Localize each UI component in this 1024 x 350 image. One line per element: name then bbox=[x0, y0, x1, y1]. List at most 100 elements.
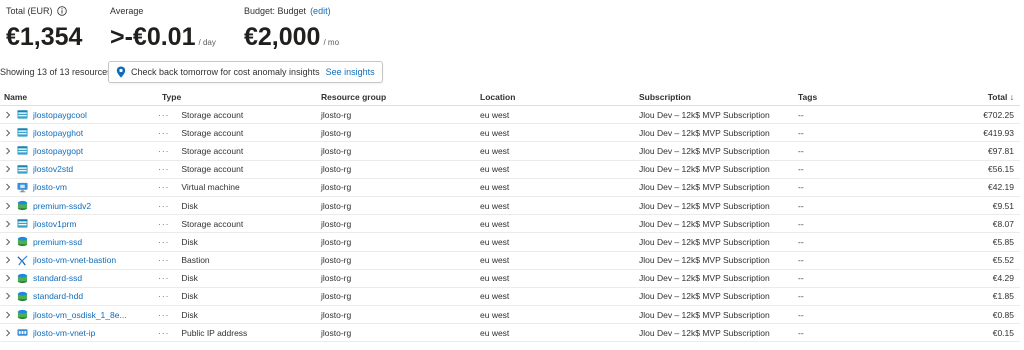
table-row[interactable]: jlostopayghot ··· Storage account jlosto-r… bbox=[0, 123, 1020, 143]
resource-type: Disk bbox=[181, 309, 198, 320]
column-header-name[interactable]: Name bbox=[0, 88, 158, 106]
resource-group-cell: jlosto-rg bbox=[317, 123, 476, 143]
expand-chevron-icon[interactable] bbox=[4, 165, 12, 173]
more-actions-button[interactable]: ··· bbox=[158, 237, 170, 247]
more-actions-button[interactable]: ··· bbox=[158, 328, 170, 338]
resource-name-link[interactable]: jlostopaygcool bbox=[33, 110, 87, 120]
subscription-cell: Jlou Dev – 12k$ MVP Subscription bbox=[635, 178, 794, 197]
insight-text: Check back tomorrow for cost anomaly ins… bbox=[131, 67, 320, 77]
expand-chevron-icon[interactable] bbox=[4, 147, 12, 155]
table-row[interactable]: standard-ssd ··· Disk jlosto-rg eu west Jlou… bbox=[0, 269, 1020, 288]
total-cost-cell: €702.25 bbox=[934, 105, 1020, 125]
resource-name-link[interactable]: jlosto-vm-vnet-ip bbox=[33, 328, 95, 338]
column-header-subscription[interactable]: Subscription bbox=[635, 88, 794, 106]
resource-count: Showing 13 of 13 resources bbox=[0, 67, 112, 77]
tags-cell: -- bbox=[794, 123, 934, 143]
resource-name-link[interactable]: jlostopaygopt bbox=[33, 146, 83, 156]
expand-chevron-icon[interactable] bbox=[4, 256, 12, 264]
column-header-type[interactable]: Type bbox=[158, 88, 317, 106]
budget-edit-link[interactable]: (edit) bbox=[310, 6, 331, 16]
total-cost-cell: €8.07 bbox=[934, 214, 1020, 234]
total-cost-cell: €0.15 bbox=[934, 323, 1020, 343]
more-actions-button[interactable]: ··· bbox=[158, 273, 170, 283]
table-row[interactable]: jlostopaygcool ··· Storage account jlosto-… bbox=[0, 105, 1020, 125]
location-cell: eu west bbox=[476, 105, 635, 125]
disk-icon bbox=[17, 309, 28, 320]
table-row[interactable]: jlostov1prm ··· Storage account jlosto-rg e… bbox=[0, 214, 1020, 234]
bastion-icon bbox=[17, 255, 28, 266]
table-row[interactable]: premium-ssd ··· Disk jlosto-rg eu west Jlou … bbox=[0, 232, 1020, 252]
subscription-cell: Jlou Dev – 12k$ MVP Subscription bbox=[635, 160, 794, 179]
info-icon[interactable] bbox=[56, 6, 67, 16]
more-actions-button[interactable]: ··· bbox=[158, 110, 170, 120]
budget-unit: / mo bbox=[323, 38, 340, 47]
type-cell: ··· Storage account bbox=[158, 141, 317, 161]
type-cell: ··· Disk bbox=[158, 196, 317, 216]
name-cell: jlosto-vm-vnet-ip bbox=[0, 323, 158, 343]
resource-name-link[interactable]: premium-ssd bbox=[33, 237, 82, 247]
tags-cell: -- bbox=[794, 105, 934, 125]
subscription-cell: Jlou Dev – 12k$ MVP Subscription bbox=[635, 287, 794, 307]
resource-name-link[interactable]: standard-hdd bbox=[33, 291, 83, 301]
resource-name-link[interactable]: jlosto-vm bbox=[33, 182, 67, 192]
table-row[interactable]: jlostopaygopt ··· Storage account jlosto-r… bbox=[0, 141, 1020, 161]
more-actions-button[interactable]: ··· bbox=[158, 310, 170, 320]
table-row[interactable]: jlostov2std ··· Storage account jlosto-rg e… bbox=[0, 160, 1020, 179]
name-cell: standard-ssd bbox=[0, 269, 158, 288]
more-actions-button[interactable]: ··· bbox=[158, 201, 170, 211]
table-row[interactable]: jlosto-vm_osdisk_1_8e... ··· Disk jlosto-r… bbox=[0, 305, 1020, 325]
expand-chevron-icon[interactable] bbox=[4, 311, 12, 319]
type-cell: ··· Disk bbox=[158, 232, 317, 252]
location-cell: eu west bbox=[476, 123, 635, 143]
expand-chevron-icon[interactable] bbox=[4, 238, 12, 246]
column-header-resource-group[interactable]: Resource group bbox=[317, 88, 476, 106]
column-header-total[interactable]: Total ↓ bbox=[934, 88, 1020, 106]
subscription-cell: Jlou Dev – 12k$ MVP Subscription bbox=[635, 323, 794, 343]
more-actions-button[interactable]: ··· bbox=[158, 291, 170, 301]
more-actions-button[interactable]: ··· bbox=[158, 255, 170, 265]
virtual-machine-icon bbox=[17, 182, 28, 193]
column-header-tags[interactable]: Tags bbox=[794, 88, 934, 106]
resource-name-link[interactable]: jlosto-vm_osdisk_1_8e... bbox=[33, 310, 127, 320]
table-row[interactable]: jlosto-vm-vnet-bastion ··· Bastion jlosto-… bbox=[0, 251, 1020, 270]
more-actions-button[interactable]: ··· bbox=[158, 182, 170, 192]
more-actions-button[interactable]: ··· bbox=[158, 164, 170, 174]
resource-name-link[interactable]: standard-ssd bbox=[33, 273, 82, 283]
average-unit: / day bbox=[198, 38, 216, 47]
see-insights-link[interactable]: See insights bbox=[326, 67, 375, 77]
toolbar: Showing 13 of 13 resources Check back to… bbox=[0, 60, 1024, 83]
resource-type: Bastion bbox=[181, 255, 210, 266]
location-cell: eu west bbox=[476, 287, 635, 307]
resource-name-link[interactable]: jlosto-vm-vnet-bastion bbox=[33, 255, 116, 265]
more-actions-button[interactable]: ··· bbox=[158, 128, 170, 138]
table-row[interactable]: jlosto-vm ··· Virtual machine jlosto-rg eu … bbox=[0, 178, 1020, 197]
resource-name-link[interactable]: jlostov2std bbox=[33, 164, 73, 174]
resource-name-link[interactable]: jlostopayghot bbox=[33, 128, 83, 138]
total-cost-cell: €5.85 bbox=[934, 232, 1020, 252]
column-header-location[interactable]: Location bbox=[476, 88, 635, 106]
expand-chevron-icon[interactable] bbox=[4, 292, 12, 300]
subscription-cell: Jlou Dev – 12k$ MVP Subscription bbox=[635, 305, 794, 325]
name-cell: premium-ssdv2 bbox=[0, 196, 158, 216]
table-row[interactable]: standard-hdd ··· Disk jlosto-rg eu west Jlou… bbox=[0, 287, 1020, 307]
table-row[interactable]: jlosto-vm-vnet-ip ··· Public IP address jl… bbox=[0, 323, 1020, 343]
expand-chevron-icon[interactable] bbox=[4, 111, 12, 119]
resource-type: Storage account bbox=[181, 164, 244, 175]
more-actions-button[interactable]: ··· bbox=[158, 146, 170, 156]
expand-chevron-icon[interactable] bbox=[4, 129, 12, 137]
resource-name-link[interactable]: jlostov1prm bbox=[33, 219, 76, 229]
expand-chevron-icon[interactable] bbox=[4, 274, 12, 282]
expand-chevron-icon[interactable] bbox=[4, 220, 12, 228]
expand-chevron-icon[interactable] bbox=[4, 202, 12, 210]
resource-name-link[interactable]: premium-ssdv2 bbox=[33, 201, 91, 211]
type-cell: ··· Disk bbox=[158, 269, 317, 288]
location-cell: eu west bbox=[476, 141, 635, 161]
expand-chevron-icon[interactable] bbox=[4, 329, 12, 337]
expand-chevron-icon[interactable] bbox=[4, 183, 12, 191]
table-row[interactable]: premium-ssdv2 ··· Disk jlosto-rg eu west Jlo… bbox=[0, 196, 1020, 216]
resource-type: Disk bbox=[181, 291, 198, 302]
total-cost-cell: €419.93 bbox=[934, 123, 1020, 143]
more-actions-button[interactable]: ··· bbox=[158, 219, 170, 229]
total-cost-cell: €0.85 bbox=[934, 305, 1020, 325]
budget-value: €2,000 bbox=[244, 23, 321, 51]
